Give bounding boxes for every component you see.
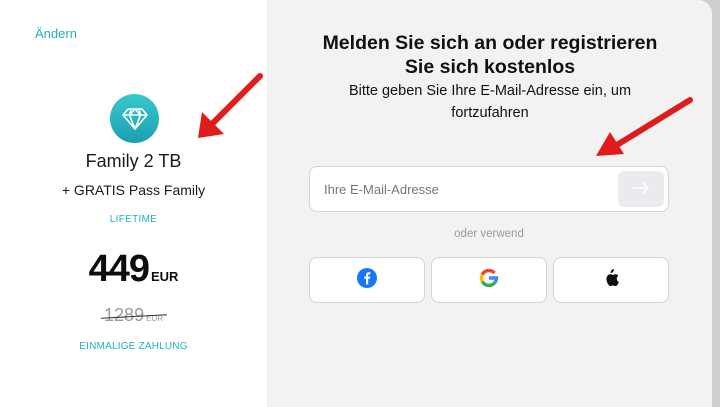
price: 449 EUR: [0, 248, 267, 291]
apple-icon: [602, 268, 620, 293]
email-field-container: [309, 166, 669, 212]
plan-name: Family 2 TB: [85, 151, 182, 171]
plan-summary-panel: Ändern Family 2 TB + GRATIS Pass Family …: [0, 0, 267, 407]
plan-extra: + GRATIS Pass Family: [61, 182, 206, 198]
annotation-arrow-right: [596, 97, 693, 156]
old-price: 1289 EUR: [0, 305, 267, 326]
price-amount: 449: [88, 248, 150, 290]
apple-login-button[interactable]: [553, 257, 669, 303]
page-title: Melden Sie sich an oder registrieren Sie…: [322, 32, 658, 78]
plan-term: LIFETIME: [109, 214, 158, 225]
change-plan-link[interactable]: Ändern: [35, 26, 77, 41]
google-login-button[interactable]: [431, 257, 547, 303]
google-icon: [479, 268, 499, 293]
facebook-icon: [357, 267, 377, 293]
annotation-arrow-left: [198, 73, 263, 138]
facebook-login-button[interactable]: [309, 257, 425, 303]
submit-button[interactable]: [618, 171, 664, 207]
diamond-icon: [110, 94, 159, 143]
arrow-right-icon: [632, 181, 650, 197]
payment-note: EINMALIGE ZAHLUNG: [79, 341, 188, 352]
email-input[interactable]: [324, 179, 614, 199]
login-modal: Ändern Family 2 TB + GRATIS Pass Family …: [0, 0, 712, 407]
divider-text: oder verwend: [454, 228, 524, 240]
price-currency: EUR: [150, 269, 179, 284]
